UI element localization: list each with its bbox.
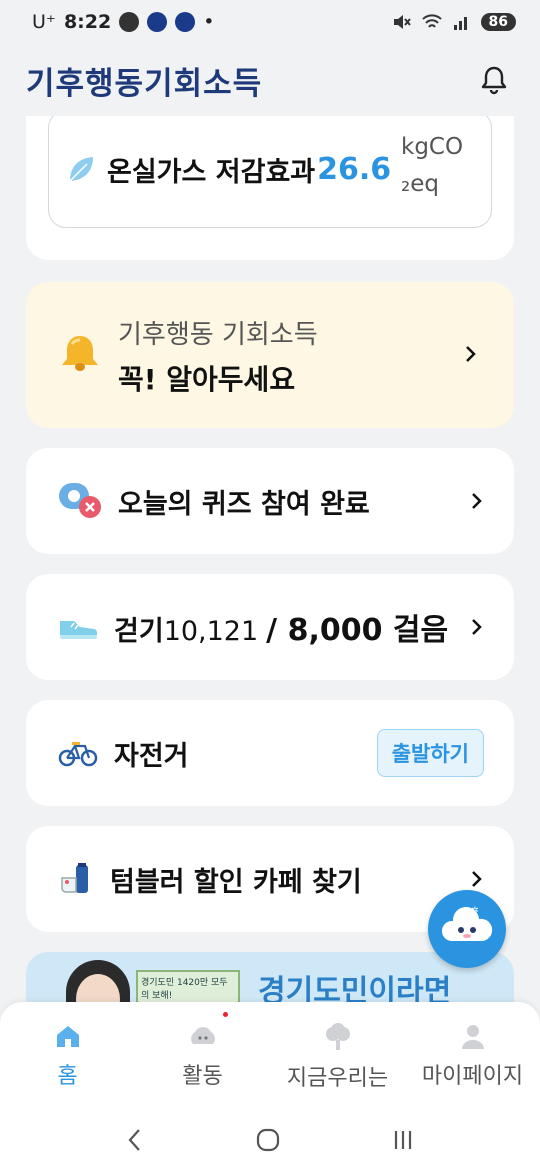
nav-activity[interactable]: 활동 <box>135 1002 270 1110</box>
carbon-reduction-card: 온실가스 저감효과 26.6 kgCO ₂eq <box>26 116 514 260</box>
more-notifications-dot: • <box>203 11 215 33</box>
snowflake-icon-2 <box>175 12 196 32</box>
nav-home-label: 홈 <box>57 1064 78 1089</box>
chevron-right-icon <box>466 346 476 362</box>
bicycle-icon <box>58 742 98 767</box>
nav-now-we[interactable]: 지금우리는 <box>270 1002 405 1110</box>
clock: 8:22 <box>63 11 112 33</box>
system-navigation-bar <box>0 1110 540 1170</box>
person-icon <box>461 1025 484 1049</box>
notice-card[interactable]: 기후행동 기회소득 꼭! 알아두세요 <box>26 282 514 428</box>
home-icon <box>56 1026 79 1047</box>
quiz-label: 오늘의 퀴즈 참여 완료 <box>118 488 370 520</box>
carrier-label: U⁺ <box>32 11 56 33</box>
signal-icon <box>453 17 467 30</box>
bottom-navigation: 홈 활동 지금우리는 마이페이지 <box>0 1002 540 1110</box>
nav-activity-label: 활동 <box>182 1064 223 1089</box>
home-content[interactable]: 온실가스 저감효과 26.6 kgCO ₂eq 기후행동 기회소득 꼭! 알아두… <box>0 116 540 1002</box>
quiz-icon <box>59 483 101 518</box>
bicycle-card: 자전거 출발하기 <box>26 700 514 806</box>
carbon-unit: kgCO ₂eq <box>401 129 463 203</box>
depart-button[interactable]: 출발하기 <box>376 729 484 777</box>
back-icon[interactable] <box>125 1127 145 1153</box>
app-logo: 기후행동기회소득 <box>26 65 263 102</box>
carbon-unit-bottom: ₂eq <box>401 170 439 197</box>
walking-label: 걷기 <box>114 616 164 647</box>
tree-icon <box>325 1023 350 1050</box>
svg-text:✲: ✲ <box>471 906 479 916</box>
walking-card[interactable]: 걷기 10,121 / 8,000 걸음 <box>26 574 514 680</box>
tumbler-icon <box>61 863 88 893</box>
nav-home[interactable]: 홈 <box>0 1002 135 1110</box>
bell-notice-icon <box>62 336 98 371</box>
chevron-right-icon <box>472 619 482 635</box>
bell-icon <box>481 66 507 95</box>
quiz-card[interactable]: 오늘의 퀴즈 참여 완료 <box>26 448 514 554</box>
home-circle-icon[interactable] <box>255 1127 281 1153</box>
carbon-label: 온실가스 저감효과 <box>107 156 316 188</box>
new-badge-dot <box>223 1012 228 1017</box>
carbon-unit-top: kgCO <box>401 134 464 160</box>
promo-banner[interactable]: 경기도민 1420만 모두의 보해! 경기도민이라면 <box>26 952 514 1002</box>
banner-headline: 경기도민이라면 <box>258 974 452 1002</box>
banner-poster: 경기도민 1420만 모두의 보해! <box>136 970 240 1002</box>
nav-now-we-label: 지금우리는 <box>286 1066 389 1091</box>
notice-subtitle: 기후행동 기회소득 <box>118 320 318 350</box>
recents-icon[interactable] <box>391 1128 415 1152</box>
activity-icon <box>190 1027 215 1044</box>
status-bar: U⁺ 8:22 • 86 <box>0 0 540 44</box>
chevron-right-icon <box>472 493 482 509</box>
svg-text:✲: ✲ <box>457 908 465 918</box>
carbon-value: 26.6 <box>317 151 392 187</box>
chevron-right-icon <box>472 871 482 887</box>
battery-level: 86 <box>480 13 516 31</box>
bicycle-label: 자전거 <box>114 740 189 772</box>
app-header: 기후행동기회소득 <box>0 44 540 116</box>
nav-my-page-label: 마이페이지 <box>421 1064 524 1089</box>
notification-button[interactable] <box>474 60 514 100</box>
mascot-floating-button[interactable]: ✲ ✲ <box>428 890 506 968</box>
wifi-icon <box>421 14 442 28</box>
snowflake-icon <box>147 12 168 32</box>
walking-current-steps: 10,121 <box>163 616 259 647</box>
sneaker-icon <box>60 621 97 639</box>
walking-text: 걷기 10,121 / 8,000 걸음 <box>114 605 448 649</box>
carbon-reduction-box: 온실가스 저감효과 26.6 kgCO ₂eq <box>48 116 492 228</box>
tumbler-label: 텀블러 할인 카페 찾기 <box>110 866 362 898</box>
cloud-mascot-icon: ✲ ✲ <box>441 906 493 941</box>
leaf-icon <box>69 157 93 182</box>
notice-title: 꼭! 알아두세요 <box>118 363 296 396</box>
nav-my-page[interactable]: 마이페이지 <box>405 1002 540 1110</box>
mute-icon <box>393 15 411 29</box>
walking-goal-steps: / 8,000 걸음 <box>266 613 449 648</box>
app-notification-icon <box>119 12 140 32</box>
